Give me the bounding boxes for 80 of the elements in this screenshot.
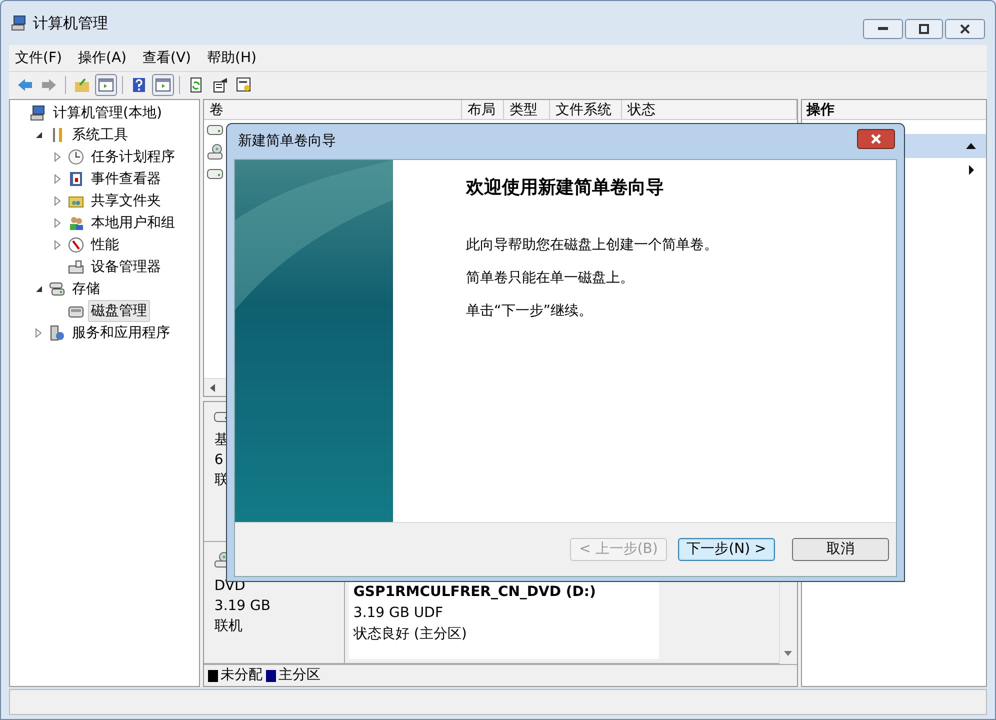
collapsed-arrow-icon[interactable] <box>35 328 42 338</box>
tree-item[interactable]: 事件查看器 <box>88 168 164 190</box>
collapse-icon <box>966 143 976 149</box>
event-log-icon <box>68 171 84 187</box>
partition-title: GSP1RMCULFRER_CN_DVD (D:) <box>353 583 597 602</box>
services-icon <box>49 325 65 341</box>
menu-item[interactable]: 查看(V) <box>142 48 192 68</box>
wizard-button[interactable]: 取消 <box>792 538 889 561</box>
actions-header: 操作 <box>802 100 986 120</box>
close-icon <box>871 134 881 144</box>
column-header[interactable]: 文件系统 <box>550 100 622 119</box>
wizard-text: 简单卷只能在单一磁盘上。 <box>466 269 635 288</box>
tree-item[interactable]: 共享文件夹 <box>88 190 164 212</box>
tree-item[interactable]: 本地用户和组 <box>88 212 178 234</box>
wizard-heading: 欢迎使用新建简单卷向导 <box>466 176 665 200</box>
disk-info-text: 联机 <box>214 617 244 636</box>
scroll-down-icon <box>784 651 792 656</box>
tree-pane-icon <box>98 76 114 92</box>
close-icon <box>960 24 970 34</box>
maximize-button[interactable] <box>905 19 943 39</box>
close-button[interactable] <box>945 19 985 39</box>
tree-item[interactable]: 服务和应用程序 <box>69 322 173 344</box>
wizard-text: 此向导帮助您在磁盘上创建一个简单卷。 <box>466 236 719 255</box>
forward-arrow-icon <box>41 76 57 92</box>
computer-icon <box>11 15 27 31</box>
menu-item[interactable]: 操作(A) <box>78 48 126 68</box>
folder-icon <box>74 76 90 92</box>
drive-icon <box>207 125 224 135</box>
column-header[interactable]: 状态 <box>622 100 797 119</box>
wizard-button[interactable]: 下一步(N) > <box>678 538 775 561</box>
expanded-arrow-icon[interactable] <box>35 131 43 139</box>
help-icon <box>131 76 147 92</box>
refresh-icon <box>188 76 204 92</box>
clock-icon <box>68 149 84 165</box>
tree-item[interactable]: 系统工具 <box>69 124 131 146</box>
drive-icon <box>207 169 224 179</box>
disk-info-text: 3.19 GB <box>214 597 272 616</box>
tree-item[interactable]: 磁盘管理 <box>88 300 150 322</box>
scroll-left-icon <box>210 384 216 392</box>
optical-drive-icon <box>207 144 224 160</box>
column-header[interactable]: 布局 <box>462 100 504 119</box>
legend-label: 未分配 <box>220 666 262 685</box>
properties-icon <box>212 76 228 92</box>
tree-item[interactable]: 存储 <box>69 278 103 300</box>
storage-icon <box>49 281 65 297</box>
wizard-text: 单击“下一步”继续。 <box>466 302 594 321</box>
partition-info: 状态良好 (主分区) <box>353 625 468 644</box>
restore-icon <box>919 24 929 34</box>
collapsed-arrow-icon[interactable] <box>54 174 61 184</box>
dialog-title: 新建简单卷向导 <box>238 132 336 151</box>
wizard-icon <box>236 76 252 92</box>
close-button[interactable] <box>857 128 895 148</box>
partition-info: 3.19 GB UDF <box>353 604 444 623</box>
menu-item[interactable]: 文件(F) <box>15 48 62 68</box>
column-header[interactable]: 卷 <box>204 100 462 119</box>
tree-pane-button[interactable] <box>95 74 117 96</box>
tree-item[interactable]: 设备管理器 <box>88 256 164 278</box>
device-manager-icon <box>68 259 84 275</box>
computer-icon <box>30 105 46 121</box>
window-title: 计算机管理 <box>33 12 108 34</box>
gauge-icon <box>68 237 84 253</box>
collapsed-arrow-icon[interactable] <box>54 240 61 250</box>
submenu-arrow-icon[interactable] <box>968 165 974 175</box>
collapsed-arrow-icon[interactable] <box>54 196 61 206</box>
minimize-button[interactable] <box>863 19 903 39</box>
action-pane-icon <box>155 76 171 92</box>
legend-label: 主分区 <box>278 666 320 685</box>
minimize-icon <box>878 27 888 31</box>
menu-item[interactable]: 帮助(H) <box>207 48 256 68</box>
tree-item[interactable]: 计算机管理(本地) <box>50 102 165 124</box>
expanded-arrow-icon[interactable] <box>35 285 43 293</box>
back-arrow-icon <box>17 76 33 92</box>
disk-info-text: 6 <box>214 451 224 470</box>
users-icon <box>68 215 84 231</box>
column-header[interactable]: 类型 <box>504 100 550 119</box>
action-pane-button[interactable] <box>152 74 174 96</box>
tree-item[interactable]: 性能 <box>88 234 122 256</box>
collapsed-arrow-icon[interactable] <box>54 152 61 162</box>
tree-item[interactable]: 任务计划程序 <box>88 146 178 168</box>
collapsed-arrow-icon[interactable] <box>54 218 61 228</box>
